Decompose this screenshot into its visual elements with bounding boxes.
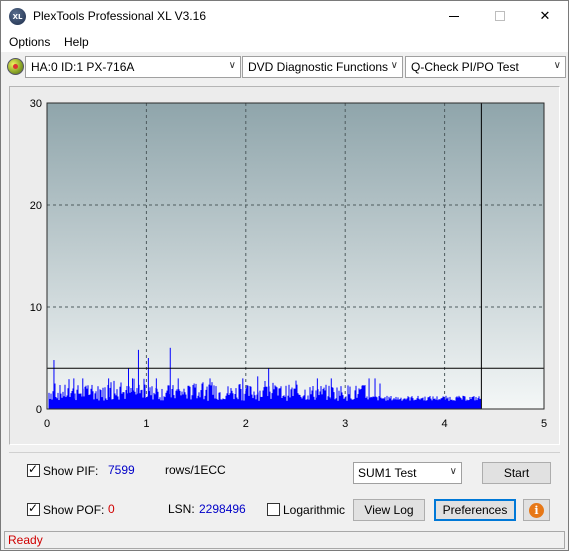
y-tick-label: 30	[30, 98, 42, 110]
test-select[interactable]: Q-Check PI/PO Test ∨	[405, 56, 566, 78]
toolbar: HA:0 ID:1 PX-716A ∨ DVD Diagnostic Funct…	[1, 53, 568, 81]
menu-options[interactable]: Options	[9, 35, 50, 49]
y-tick-label: 10	[30, 302, 42, 314]
pif-unit: rows/1ECC	[165, 463, 226, 477]
x-tick-label: 1	[143, 418, 149, 430]
logarithmic-checkbox[interactable]	[267, 503, 280, 516]
sum-test-select[interactable]: SUM1 Test ∨	[353, 462, 462, 484]
info-button[interactable]: i	[523, 499, 550, 521]
x-tick-label: 0	[44, 418, 50, 430]
x-tick-label: 3	[342, 418, 348, 430]
app-window: XL PlexTools Professional XL V3.16 ✕ Opt…	[0, 0, 569, 551]
close-button[interactable]: ✕	[522, 1, 568, 31]
function-select-value: DVD Diagnostic Functions	[248, 60, 389, 74]
y-tick-label: 20	[30, 200, 42, 212]
chevron-down-icon: ∨	[449, 466, 457, 477]
pi-po-chart-panel: 0 10 20 30 0 1 2 3 4 5	[9, 86, 560, 445]
drive-select-value: HA:0 ID:1 PX-716A	[31, 60, 135, 74]
title-bar: XL PlexTools Professional XL V3.16 ✕	[1, 1, 568, 32]
menu-help[interactable]: Help	[64, 35, 89, 49]
view-log-button[interactable]: View Log	[353, 499, 425, 521]
pi-po-chart: 0 10 20 30 0 1 2 3 4 5	[30, 98, 547, 430]
preferences-button[interactable]: Preferences	[434, 499, 516, 521]
start-button[interactable]: Start	[482, 462, 551, 484]
lsn-value: 2298496	[199, 502, 246, 516]
x-tick-label: 5	[541, 418, 547, 430]
show-pif-label: Show PIF:	[43, 464, 99, 478]
lsn-label: LSN:	[168, 502, 195, 516]
menu-bar: Options Help	[1, 32, 568, 52]
info-icon: i	[529, 502, 544, 518]
sum-test-select-value: SUM1 Test	[358, 466, 417, 480]
chevron-down-icon: ∨	[228, 60, 236, 71]
x-tick-label: 4	[442, 418, 448, 430]
plot-background	[47, 103, 544, 409]
chevron-down-icon: ∨	[553, 60, 561, 71]
controls-panel: Show PIF: 7599 rows/1ECC SUM1 Test ∨ Sta…	[9, 452, 560, 528]
close-icon: ✕	[539, 8, 551, 24]
chevron-down-icon: ∨	[390, 60, 398, 71]
show-pof-label: Show POF:	[43, 503, 105, 517]
y-tick-label: 0	[36, 404, 42, 416]
function-select[interactable]: DVD Diagnostic Functions ∨	[242, 56, 403, 78]
show-pif-checkbox[interactable]	[27, 462, 40, 477]
window-title: PlexTools Professional XL V3.16	[33, 9, 206, 23]
pif-value: 7599	[108, 463, 135, 477]
minimize-button[interactable]	[431, 1, 477, 31]
show-pof-checkbox[interactable]	[27, 501, 40, 516]
app-icon: XL	[9, 8, 26, 25]
maximize-icon	[495, 11, 505, 21]
minimize-icon	[449, 15, 459, 17]
pof-value: 0	[108, 502, 115, 516]
logarithmic-label: Logarithmic	[283, 503, 346, 517]
test-select-value: Q-Check PI/PO Test	[411, 60, 519, 74]
x-tick-label: 2	[243, 418, 249, 430]
drive-icon	[7, 58, 24, 75]
drive-select[interactable]: HA:0 ID:1 PX-716A ∨	[25, 56, 241, 78]
status-bar: Ready	[4, 531, 565, 549]
maximize-button[interactable]	[477, 1, 523, 31]
status-text: Ready	[8, 533, 43, 547]
